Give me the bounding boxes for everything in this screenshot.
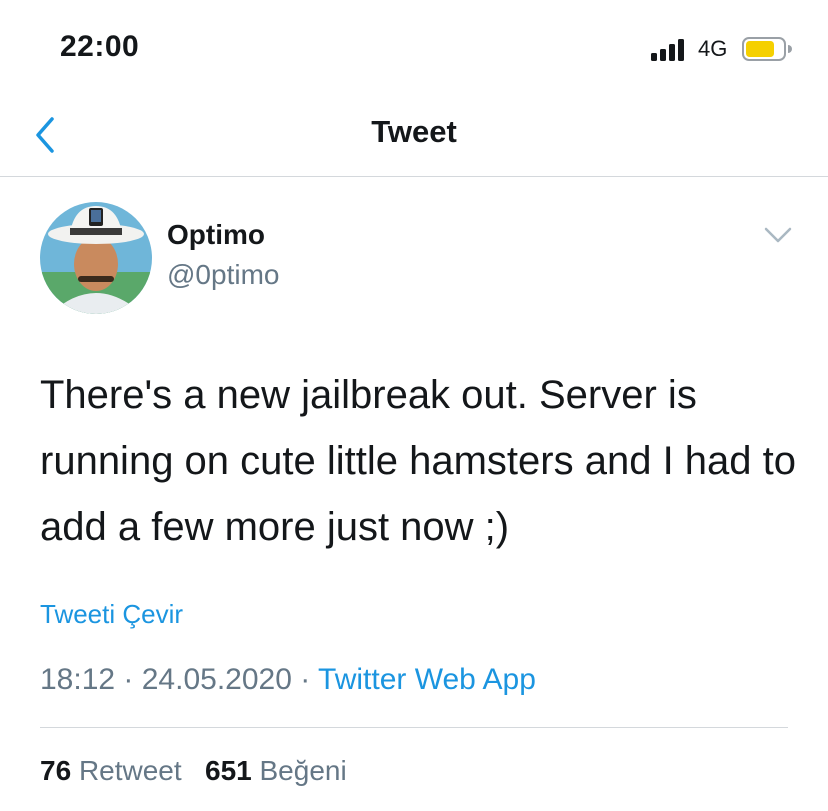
translate-tweet-link[interactable]: Tweeti Çevir bbox=[40, 599, 183, 630]
meta-separator: · bbox=[291, 663, 319, 696]
likes-label: Beğeni bbox=[259, 755, 347, 786]
author-name[interactable]: Optimo bbox=[167, 219, 265, 251]
tweet-text: There's a new jailbreak out. Server is r… bbox=[40, 373, 797, 549]
meta-separator: · bbox=[115, 663, 142, 696]
likes-stat[interactable]: 651 Beğeni bbox=[205, 755, 347, 786]
battery-icon bbox=[742, 37, 792, 61]
signal-icon bbox=[651, 39, 684, 61]
network-type: 4G bbox=[698, 36, 728, 61]
retweets-stat[interactable]: 76 Retweet bbox=[40, 755, 182, 786]
tweet-time: 18:12 bbox=[40, 663, 116, 696]
avatar-image bbox=[40, 202, 152, 314]
nav-bar: Tweet bbox=[0, 96, 828, 176]
tweet-source-link[interactable]: Twitter Web App bbox=[318, 663, 536, 696]
avatar[interactable] bbox=[40, 202, 152, 314]
tweet-date: 24.05.2020 bbox=[141, 663, 292, 696]
retweets-label: Retweet bbox=[78, 755, 182, 786]
meta-divider bbox=[40, 727, 788, 728]
tweet-meta: 18:12 · 24.05.2020 · Twitter Web App bbox=[40, 663, 536, 697]
tweet-stats: 76 Retweet 651 Beğeni bbox=[40, 755, 347, 787]
retweets-count: 76 bbox=[40, 755, 72, 786]
chevron-down-icon[interactable] bbox=[762, 224, 794, 246]
author-handle[interactable]: @0ptimo bbox=[167, 259, 279, 291]
likes-count: 651 bbox=[205, 755, 252, 786]
nav-divider bbox=[0, 176, 828, 177]
page-title: Tweet bbox=[371, 114, 457, 149]
status-bar: 22:00 4G bbox=[0, 0, 828, 96]
status-time: 22:00 bbox=[60, 30, 140, 63]
